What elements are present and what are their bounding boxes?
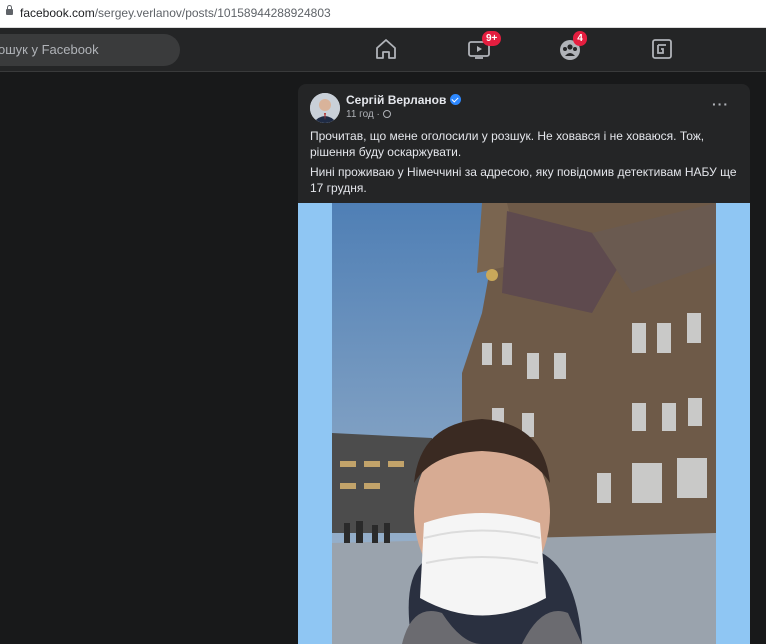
home-icon[interactable]	[373, 36, 399, 62]
watch-badge: 9+	[482, 31, 502, 46]
author-name: Сергій Верланов	[346, 93, 447, 107]
post-time: 11 год ·	[346, 109, 383, 120]
post-paragraph-2: Нині проживаю у Німеччині за адресою, як…	[310, 165, 737, 195]
post-author[interactable]: Сергій Верланов	[346, 93, 462, 107]
post-paragraph-1: Прочитав, що мене оголосили у розшук. Не…	[310, 129, 705, 159]
search-placeholder: ошук у Facebook	[0, 42, 99, 57]
gaming-icon[interactable]	[649, 36, 675, 62]
browser-address-bar[interactable]: facebook.com/sergey.verlanov/posts/10158…	[0, 0, 766, 28]
facebook-top-nav: ошук у Facebook 9+ 4	[0, 28, 766, 72]
author-avatar[interactable]	[310, 93, 340, 123]
url-domain: facebook.com	[20, 6, 95, 20]
watch-icon[interactable]: 9+	[466, 31, 502, 62]
search-input[interactable]: ошук у Facebook	[0, 34, 180, 66]
lock-icon	[6, 5, 13, 15]
url-text[interactable]: facebook.com/sergey.verlanov/posts/10158…	[20, 6, 331, 20]
post-meta[interactable]: 11 год ·	[346, 109, 391, 120]
groups-badge: 4	[573, 31, 587, 46]
verified-badge-icon	[450, 94, 462, 105]
groups-icon[interactable]: 4	[557, 31, 587, 62]
globe-icon	[382, 110, 391, 118]
post-photo[interactable]	[298, 203, 750, 644]
post-card: Сергій Верланов 11 год · ··· Прочитав, щ…	[298, 84, 750, 644]
selfie-image	[332, 203, 716, 644]
url-path: /sergey.verlanov/posts/10158944288924803	[94, 6, 331, 20]
more-options-button[interactable]: ···	[712, 96, 729, 112]
